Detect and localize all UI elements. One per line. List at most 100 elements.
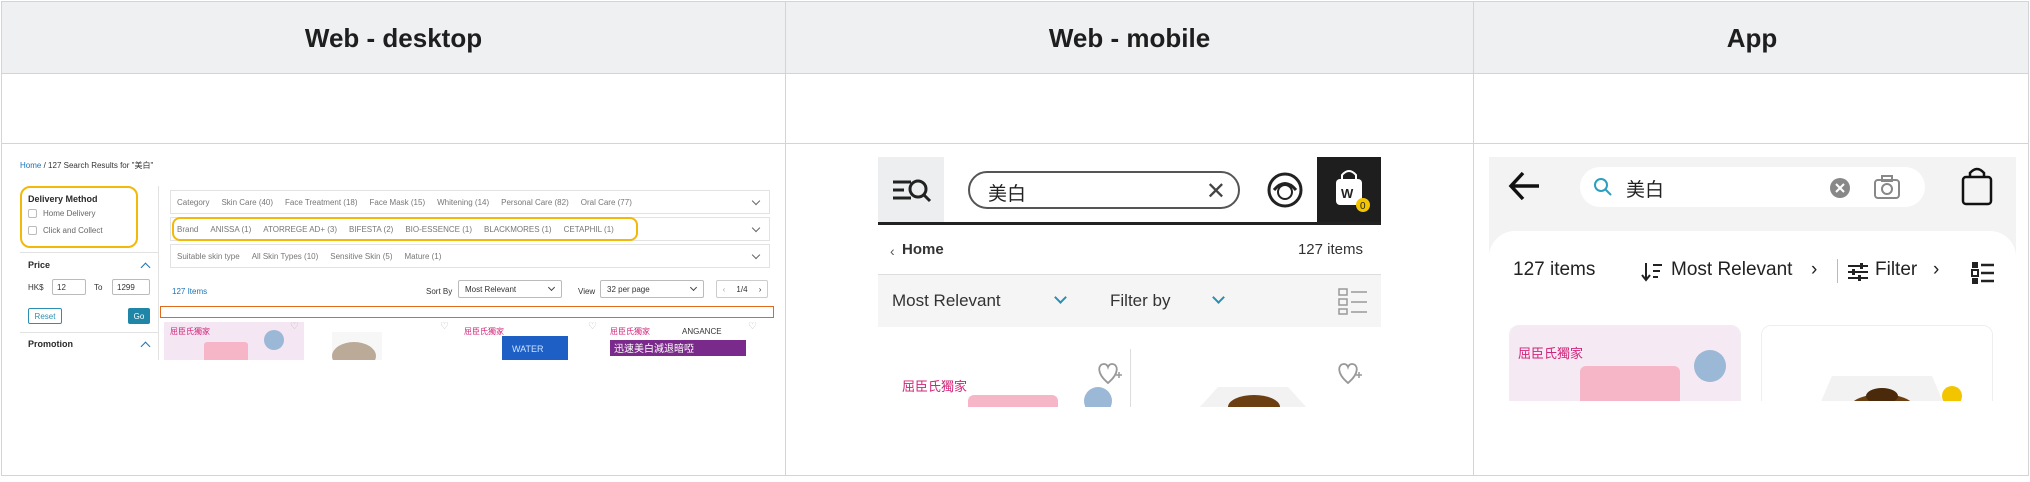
view-value: 32 per page (607, 285, 650, 294)
view-select[interactable]: 32 per page (600, 280, 704, 298)
filter-chip[interactable]: Mature (1) (405, 252, 442, 261)
filter-chip[interactable]: Sensitive Skin (5) (330, 252, 392, 261)
sort-select[interactable]: Most Relevant (458, 280, 562, 298)
product-brand-text: ANGANCE (682, 327, 722, 336)
filter-chip[interactable]: Whitening (14) (437, 198, 489, 207)
filter-chip[interactable]: Skin Care (40) (221, 198, 273, 207)
clear-icon[interactable] (1829, 177, 1851, 199)
product-thumbnail[interactable]: 屈臣氏獨家 ♡ (164, 322, 304, 360)
product-thumbnail[interactable]: ♡ (314, 322, 454, 360)
list-view-icon[interactable] (1971, 261, 1995, 285)
wishlist-add-icon[interactable] (1334, 361, 1364, 387)
svg-text:W: W (1341, 186, 1354, 201)
search-input[interactable]: 美白 ✕ (968, 171, 1240, 209)
filter-label: Category (177, 197, 210, 207)
chevron-down-icon[interactable] (751, 250, 761, 260)
menu-search-icon (893, 179, 932, 203)
option-label: Click and Collect (43, 226, 103, 235)
checkbox[interactable] (28, 226, 37, 235)
currency-label: HK$ (28, 283, 44, 292)
table-empty-row (2, 74, 2028, 144)
option-label: Home Delivery (43, 209, 96, 218)
table-header-row: Web - desktop Web - mobile App (2, 2, 2028, 74)
product-thumbnail[interactable]: 屈臣氏獨家 WATER ♡ (462, 322, 602, 360)
chevron-down-icon (689, 283, 698, 292)
next-page-icon[interactable]: › (759, 285, 762, 294)
chevron-down-icon[interactable] (751, 223, 761, 233)
back-arrow-icon[interactable] (1507, 169, 1543, 203)
filter-button[interactable]: Filter (1875, 259, 1917, 281)
sort-dropdown[interactable]: Most Relevant (892, 291, 1001, 311)
brand-highlight-box (172, 217, 638, 241)
breadcrumb-separator: / (43, 161, 46, 170)
filter-dropdown[interactable]: Filter by (1110, 291, 1170, 311)
menu-search-button[interactable] (878, 157, 944, 222)
list-view-icon[interactable] (1338, 287, 1368, 315)
product-grid-divider (1130, 349, 1131, 407)
items-count: 127 items (1513, 259, 1596, 280)
product-thumbnail[interactable] (1188, 379, 1318, 407)
filter-chip[interactable]: Personal Care (82) (501, 198, 569, 207)
skin-type-filter-row[interactable]: Suitable skin type All Skin Types (10) S… (170, 244, 770, 268)
breadcrumb-home-link[interactable]: Home (902, 241, 944, 258)
product-badge-text: 屈臣氏獨家 (902, 379, 967, 394)
click-collect-option[interactable]: Click and Collect (28, 226, 103, 235)
chevron-down-icon (547, 283, 556, 292)
results-panel: 127 items Most Relevant › Filter › 屈臣氏獨家 (1489, 231, 2016, 401)
price-max-input[interactable]: 1299 (112, 279, 150, 295)
search-result-heading: 127 Search Results for "美白" (48, 161, 154, 170)
sort-button[interactable]: Most Relevant (1671, 259, 1792, 281)
chevron-right-icon[interactable]: › (1933, 259, 1939, 281)
app-screenshot: 美白 127 items Most Relevant › Filter › 屈臣… (1489, 157, 2016, 401)
checkbox[interactable] (28, 209, 37, 218)
filter-icon[interactable] (1847, 261, 1869, 283)
to-label: To (94, 283, 103, 292)
product-image: 屈臣氏獨家 ANGANCE 迅速美白減退暗啞 ♡ (610, 322, 760, 360)
shopping-bag-icon: W 0 (1336, 170, 1370, 212)
breadcrumb-home-link[interactable]: Home (20, 161, 41, 170)
category-filter-row[interactable]: Category Skin Care (40) Face Treatment (… (170, 190, 770, 214)
product-image: 屈臣氏獨家 WATER ♡ (462, 322, 602, 360)
sort-value: Most Relevant (465, 285, 517, 294)
prev-page-icon[interactable]: ‹ (723, 285, 726, 294)
home-delivery-option[interactable]: Home Delivery (28, 209, 95, 218)
filter-chip[interactable]: Face Treatment (18) (285, 198, 357, 207)
sort-by-label: Sort By (426, 287, 453, 296)
delivery-method-title: Delivery Method (28, 194, 98, 204)
highlight-bar (160, 306, 774, 318)
filter-chip[interactable]: Oral Care (77) (581, 198, 632, 207)
breadcrumb: Home / 127 Search Results for "美白" (20, 160, 153, 171)
search-icon (1594, 178, 1612, 196)
chevron-left-icon[interactable]: ‹ (890, 243, 895, 259)
chevron-down-icon[interactable] (751, 196, 761, 206)
chevron-up-icon[interactable] (140, 262, 151, 273)
product-image (1762, 326, 1992, 401)
filter-label: Suitable skin type (177, 251, 240, 261)
product-image: 屈臣氏獨家 (1510, 326, 1740, 401)
reset-button[interactable]: Reset (28, 308, 62, 324)
filter-chip[interactable]: All Skin Types (10) (252, 252, 319, 261)
product-badge-text: 屈臣氏獨家 (1518, 346, 1583, 361)
go-button[interactable]: Go (128, 308, 150, 324)
items-count: 127 items (1297, 241, 1363, 258)
chevron-down-icon[interactable] (1054, 291, 1067, 304)
sort-icon[interactable] (1641, 261, 1663, 283)
price-min-input[interactable]: 12 (52, 279, 86, 295)
divider (20, 332, 158, 333)
wishlist-add-icon[interactable] (1094, 361, 1124, 387)
product-card[interactable]: 屈臣氏獨家 (1509, 325, 1741, 401)
chevron-down-icon[interactable] (1212, 291, 1225, 304)
breadcrumb-bar: ‹ Home 127 items (878, 225, 1381, 275)
chevron-right-icon[interactable]: › (1811, 259, 1817, 281)
svg-text:♡: ♡ (290, 322, 299, 332)
clear-icon[interactable]: ✕ (1206, 177, 1226, 206)
product-card[interactable] (1761, 325, 1993, 401)
filter-chip[interactable]: Face Mask (15) (370, 198, 426, 207)
product-thumbnail[interactable]: 屈臣氏獨家 ANGANCE 迅速美白減退暗啞 ♡ (610, 322, 760, 360)
chevron-up-icon[interactable] (140, 341, 151, 352)
cart-button[interactable]: W 0 (1317, 157, 1381, 222)
shopping-bag-icon[interactable] (1959, 165, 1995, 207)
camera-icon[interactable] (1873, 174, 1901, 200)
promotion-title: Promotion (28, 339, 73, 349)
watsons-club-icon[interactable] (1266, 171, 1304, 209)
